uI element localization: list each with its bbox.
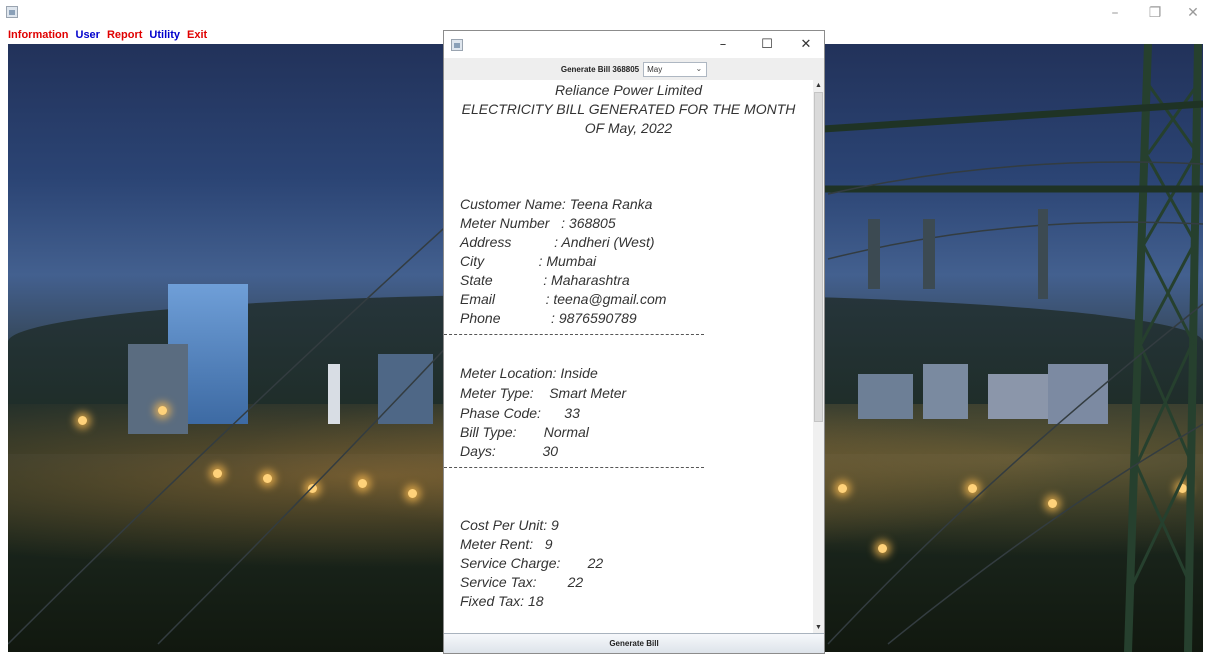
chevron-down-icon: ⌄: [695, 63, 703, 73]
meter-type-line: Meter Type: Smart Meter: [460, 385, 627, 401]
bill-heading-line2: OF May, 2022: [584, 120, 673, 136]
cost-per-unit-line: Cost Per Unit: 9: [460, 517, 559, 533]
java-app-icon: [6, 6, 18, 18]
main-restore-button[interactable]: ❐: [1140, 0, 1170, 26]
month-dropdown-value: May: [647, 64, 663, 74]
scroll-up-arrow-icon[interactable]: ▲: [813, 80, 824, 91]
menu-information[interactable]: Information: [8, 29, 69, 41]
generate-bill-label: Generate Bill 368805: [560, 64, 640, 74]
dialog-titlebar: – ☐ ✕: [444, 31, 824, 58]
meter-number-line: Meter Number : 368805: [460, 215, 616, 231]
meter-location-line: Meter Location: Inside: [460, 365, 598, 381]
separator-line: [444, 334, 704, 335]
main-titlebar: – ❐ ✕: [0, 0, 1209, 26]
dialog-maximize-button[interactable]: ☐: [750, 31, 784, 58]
address-line: Address : Andheri (West): [460, 234, 655, 250]
email-line: Email : teena@gmail.com: [460, 291, 667, 307]
menu-user[interactable]: User: [76, 29, 100, 41]
dialog-minimize-button[interactable]: –: [706, 31, 740, 58]
menu-report[interactable]: Report: [107, 29, 142, 41]
bill-type-line: Bill Type: Normal: [460, 424, 589, 440]
company-name: Reliance Power Limited: [554, 82, 703, 98]
main-minimize-button[interactable]: –: [1100, 0, 1130, 26]
meter-rent-line: Meter Rent: 9: [460, 536, 553, 552]
city-line: City : Mumbai: [460, 253, 597, 269]
state-line: State : Maharashtra: [460, 272, 630, 288]
generate-bill-button[interactable]: Generate Bill: [444, 633, 824, 653]
generate-bill-window: – ☐ ✕ Generate Bill 368805 May ⌄ Relianc…: [443, 30, 825, 654]
vertical-scrollbar[interactable]: ▲ ▼: [813, 80, 824, 633]
days-line: Days: 30: [460, 443, 559, 459]
menu-exit[interactable]: Exit: [187, 29, 207, 41]
phase-code-line: Phase Code: 33: [460, 405, 580, 421]
dialog-close-button[interactable]: ✕: [789, 31, 823, 58]
separator-line: [444, 467, 704, 468]
phone-line: Phone : 9876590789: [460, 310, 637, 326]
scroll-down-arrow-icon[interactable]: ▼: [813, 622, 824, 633]
bill-text-area[interactable]: Reliance Power Limited ELECTRICITY BILL …: [444, 80, 813, 633]
bill-toolbar: Generate Bill 368805 May ⌄: [444, 58, 824, 80]
fixed-tax-line: Fixed Tax: 18: [460, 593, 544, 609]
service-tax-line: Service Tax: 22: [460, 574, 584, 590]
java-app-icon: [451, 39, 463, 51]
menu-utility[interactable]: Utility: [149, 29, 180, 41]
bill-heading-line1: ELECTRICITY BILL GENERATED FOR THE MONTH: [461, 101, 796, 117]
main-close-button[interactable]: ✕: [1178, 0, 1208, 26]
customer-name-line: Customer Name: Teena Ranka: [460, 196, 653, 212]
service-charge-line: Service Charge: 22: [460, 555, 604, 571]
scrollbar-thumb[interactable]: [814, 92, 823, 422]
month-dropdown[interactable]: May ⌄: [643, 61, 708, 77]
